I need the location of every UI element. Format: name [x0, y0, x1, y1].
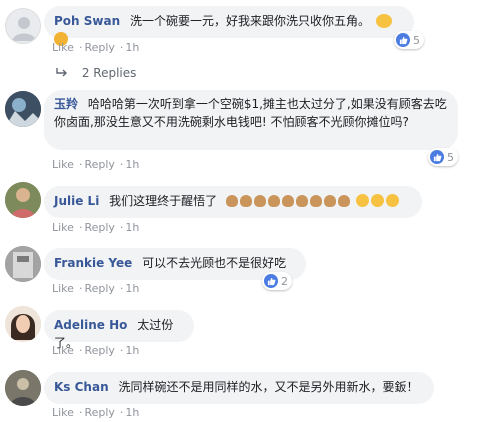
- like-reaction-icon: [396, 33, 410, 47]
- separator-dot: ·: [78, 344, 83, 357]
- separator-dot: ·: [78, 158, 83, 171]
- avatar[interactable]: [5, 91, 41, 127]
- laugh-emoji-icon: [375, 14, 392, 28]
- avatar[interactable]: [5, 182, 41, 218]
- comment-actions: Like · Reply · 1h: [52, 344, 141, 357]
- reaction-summary[interactable]: 5: [428, 148, 458, 166]
- like-reaction-icon: [430, 150, 444, 164]
- comment-text: 洗同样碗还不是用同样的水，又不是另外用新水，要鈑！: [118, 380, 419, 394]
- avatar-image-icon: [5, 306, 41, 342]
- avatar[interactable]: [5, 246, 41, 282]
- comment-author[interactable]: Frankie Yee: [54, 256, 132, 270]
- separator-dot: ·: [119, 406, 124, 419]
- grin-emoji-icon: [355, 194, 369, 207]
- money-bag-icon: [267, 195, 280, 207]
- avatar[interactable]: [5, 370, 41, 406]
- money-bag-icon: [225, 195, 238, 207]
- comment-author[interactable]: Adeline Ho: [54, 318, 127, 332]
- separator-dot: ·: [78, 282, 83, 295]
- replies-label[interactable]: 2 Replies: [82, 66, 137, 80]
- reaction-count: 5: [447, 150, 454, 164]
- separator-dot: ·: [78, 41, 83, 54]
- reply-link[interactable]: Reply: [84, 158, 114, 171]
- avatar-image-icon: [5, 91, 41, 127]
- comment-text: 哈哈哈第一次听到拿一个空碗$1,摊主也太过分了,如果没有顾客去吃你卤面,那没生意…: [54, 97, 447, 129]
- comment-actions: Like · Reply · 1h: [52, 282, 141, 295]
- comment-author[interactable]: Julie Li: [54, 194, 99, 208]
- money-bag-icon: [253, 195, 266, 207]
- avatar[interactable]: [5, 306, 41, 342]
- reaction-count: 5: [413, 33, 420, 47]
- comment-actions: Like · Reply · 1h: [52, 41, 141, 54]
- money-bag-icon: [337, 195, 350, 207]
- separator-dot: ·: [119, 344, 124, 357]
- separator-dot: ·: [119, 41, 124, 54]
- reply-link[interactable]: Reply: [84, 344, 114, 357]
- comment-time[interactable]: 1h: [125, 158, 139, 171]
- reply-link[interactable]: Reply: [84, 406, 114, 419]
- like-link[interactable]: Like: [52, 158, 74, 171]
- separator-dot: ·: [119, 158, 124, 171]
- like-link[interactable]: Like: [52, 406, 74, 419]
- comment-time[interactable]: 1h: [125, 282, 139, 295]
- reply-link[interactable]: Reply: [84, 221, 114, 234]
- comment-author[interactable]: 玉羚: [54, 97, 78, 111]
- money-bag-icon: [239, 195, 252, 207]
- like-link[interactable]: Like: [52, 282, 74, 295]
- reaction-summary[interactable]: 5: [394, 31, 424, 49]
- comment-time[interactable]: 1h: [125, 406, 139, 419]
- avatar[interactable]: [5, 8, 41, 44]
- money-bag-icon: [295, 195, 308, 207]
- comment-bubble: 玉羚 哈哈哈第一次听到拿一个空碗$1,摊主也太过分了,如果没有顾客去吃你卤面,那…: [44, 90, 458, 150]
- avatar-image-icon: [5, 182, 41, 218]
- avatar-image-icon: [5, 246, 41, 282]
- separator-dot: ·: [78, 221, 83, 234]
- comment-text: 可以不去光顾也不是很好吃: [142, 256, 287, 270]
- like-link[interactable]: Like: [52, 221, 74, 234]
- money-bag-icon: [281, 195, 294, 207]
- like-reaction-icon: [264, 274, 278, 288]
- money-bag-emoji-row: [225, 194, 400, 208]
- reply-arrow-icon: [56, 66, 72, 80]
- separator-dot: ·: [119, 221, 124, 234]
- grin-emoji-icon: [385, 194, 399, 207]
- comment-time[interactable]: 1h: [125, 41, 139, 54]
- comment-text: 我们这理终于醒悟了: [109, 194, 218, 208]
- comment-actions: Like · Reply · 1h: [52, 158, 141, 171]
- comment-time[interactable]: 1h: [125, 221, 139, 234]
- comment-actions: Like · Reply · 1h: [52, 221, 141, 234]
- like-link[interactable]: Like: [52, 344, 74, 357]
- reply-link[interactable]: Reply: [84, 41, 114, 54]
- comment-author[interactable]: Poh Swan: [54, 14, 120, 28]
- comment-author[interactable]: Ks Chan: [54, 380, 109, 394]
- separator-dot: ·: [119, 282, 124, 295]
- like-link[interactable]: Like: [52, 41, 74, 54]
- grin-emoji-icon: [370, 194, 384, 207]
- view-replies[interactable]: 2 Replies: [56, 66, 136, 80]
- default-avatar-icon: [12, 17, 36, 41]
- reaction-count: 2: [281, 274, 288, 288]
- comment-actions: Like · Reply · 1h: [52, 406, 141, 419]
- reply-link[interactable]: Reply: [84, 282, 114, 295]
- reaction-summary[interactable]: 2: [262, 272, 292, 290]
- comment-time[interactable]: 1h: [125, 344, 139, 357]
- money-bag-icon: [309, 195, 322, 207]
- comment-bubble: Adeline Ho 太过份了。: [44, 310, 194, 350]
- comment-bubble: Ks Chan 洗同样碗还不是用同样的水，又不是另外用新水，要鈑！: [44, 372, 434, 404]
- comment-text: 洗一个碗要一元，好我来跟你洗只收你五角。: [129, 14, 370, 28]
- avatar-image-icon: [5, 370, 41, 406]
- comment-bubble: Poh Swan 洗一个碗要一元，好我来跟你洗只收你五角。: [44, 6, 414, 46]
- money-bag-icon: [323, 195, 336, 207]
- separator-dot: ·: [78, 406, 83, 419]
- comment-bubble: Julie Li 我们这理终于醒悟了: [44, 186, 422, 218]
